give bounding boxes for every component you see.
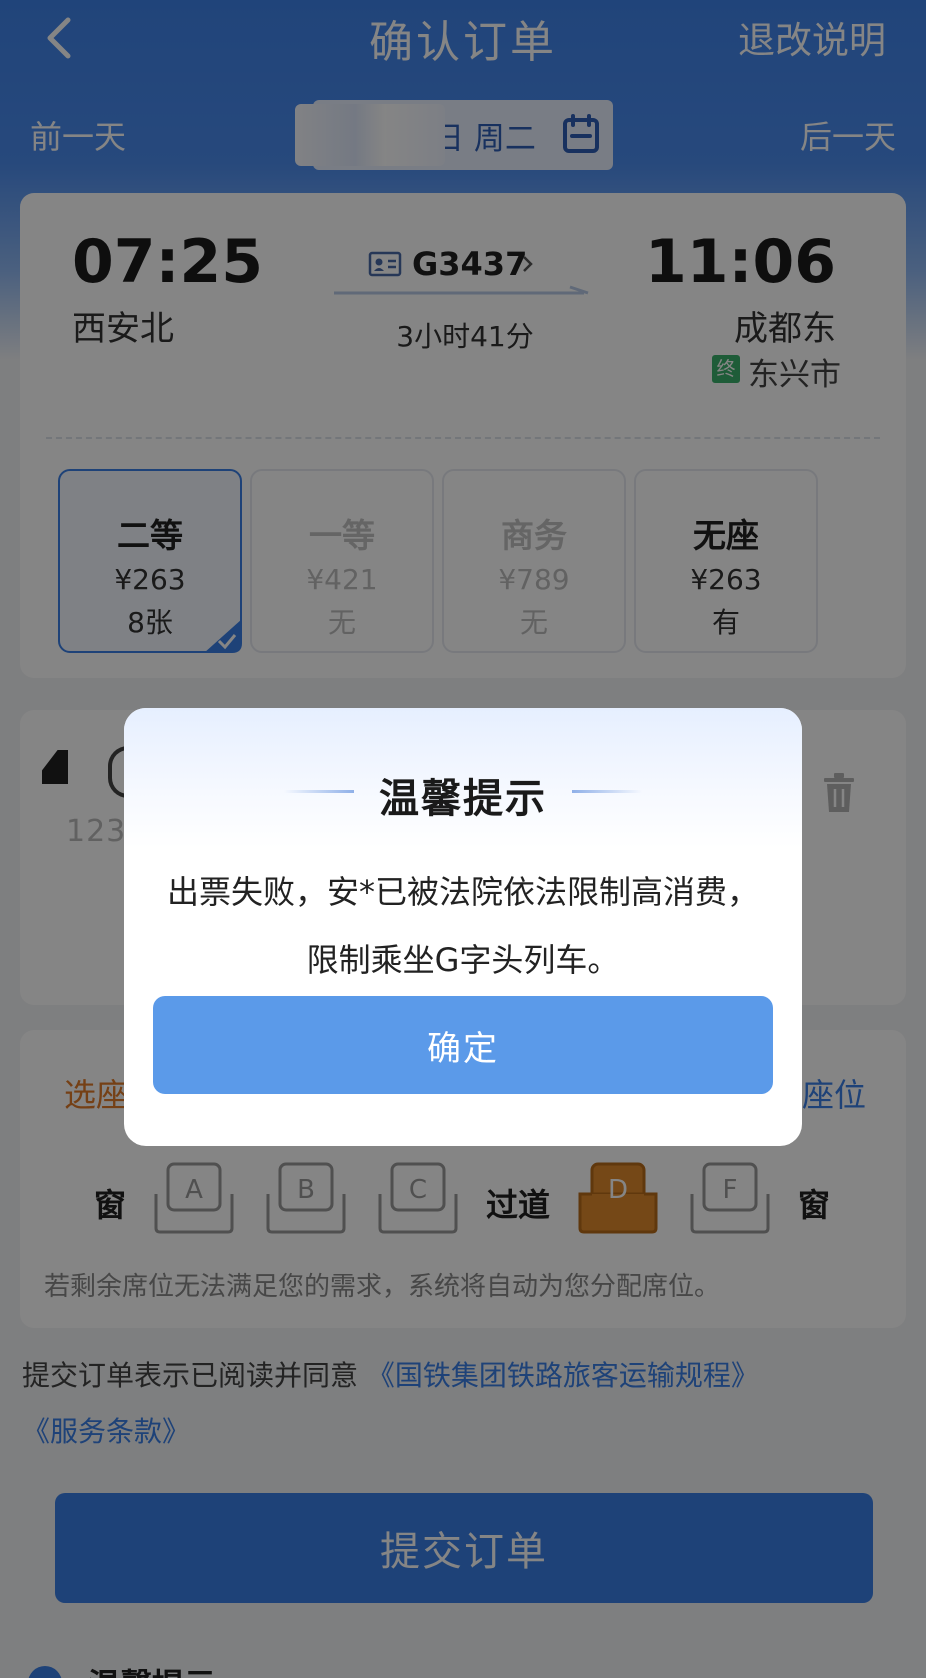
dialog-message-line: 限制乘坐G字头列车。 (306, 941, 620, 979)
confirm-button[interactable]: 确定 (153, 996, 773, 1094)
dialog-message: 出票失败，安*已被法院依法限制高消费， 限制乘坐G字头列车。 (144, 858, 782, 994)
dialog-message-line: 出票失败，安*已被法院依法限制高消费， (166, 873, 759, 911)
order-confirm-screen: 确认订单 退改说明 前一天 后一天 日 周二 07:25 11:06 西安北 成… (0, 0, 926, 1678)
alert-dialog: 温馨提示 出票失败，安*已被法院依法限制高消费， 限制乘坐G字头列车。 确定 (124, 708, 802, 1146)
dialog-title: 温馨提示 (379, 776, 547, 822)
